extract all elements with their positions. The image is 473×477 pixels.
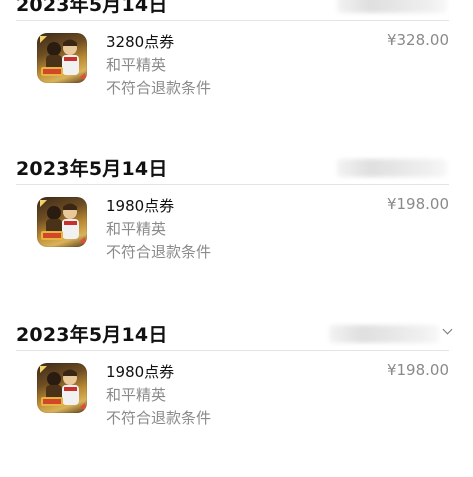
app-name: 和平精英: [106, 220, 167, 238]
purchase-date: 2023年5月14日: [16, 0, 168, 16]
purchase-date: 2023年5月14日: [16, 158, 168, 180]
app-name: 和平精英: [106, 386, 167, 404]
purchase-item[interactable]: 1980点券 和平精英 不符合退款条件 ¥198.00: [0, 185, 473, 275]
redacted-info: [337, 0, 447, 13]
app-name: 和平精英: [106, 56, 167, 74]
price: ¥198.00: [386, 361, 449, 379]
product-name: 3280点券: [106, 33, 175, 51]
purchase-date-header[interactable]: 2023年5月14日: [0, 0, 473, 20]
purchase-history-list: 2023年5月14日 3280点券 和平精英 不符合退款条件 ¥328.00 2…: [0, 0, 473, 477]
chevron-down-icon[interactable]: [442, 324, 453, 335]
purchase-date-header[interactable]: 2023年5月14日: [0, 316, 473, 350]
purchase-date: 2023年5月14日: [16, 324, 168, 346]
purchase-item[interactable]: 3280点券 和平精英 不符合退款条件 ¥328.00: [0, 21, 473, 111]
refund-status: 不符合退款条件: [106, 409, 212, 427]
price: ¥328.00: [386, 31, 449, 49]
product-name: 1980点券: [106, 363, 175, 381]
price: ¥198.00: [386, 195, 449, 213]
redacted-info: [329, 325, 439, 343]
game-app-icon: [37, 33, 87, 83]
game-app-icon: [37, 197, 87, 247]
refund-status: 不符合退款条件: [106, 243, 212, 261]
refund-status: 不符合退款条件: [106, 79, 212, 97]
redacted-info: [337, 159, 447, 177]
game-app-icon: [37, 363, 87, 413]
product-name: 1980点券: [106, 197, 175, 215]
purchase-date-header[interactable]: 2023年5月14日: [0, 150, 473, 184]
purchase-item[interactable]: 1980点券 和平精英 不符合退款条件 ¥198.00: [0, 351, 473, 441]
